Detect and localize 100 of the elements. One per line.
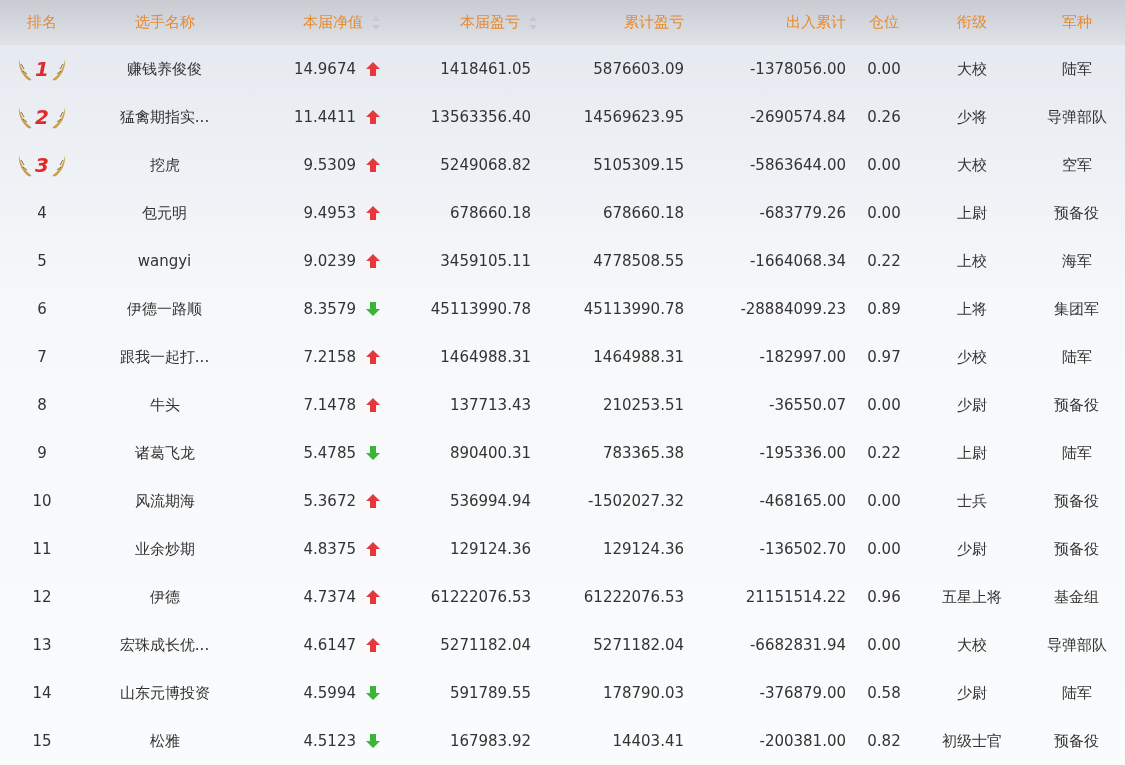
position-ratio: 0.00 — [867, 492, 901, 510]
position-ratio: 0.00 — [867, 396, 901, 414]
rank-number: 14 — [32, 684, 52, 702]
net-flow: -1378056.00 — [749, 60, 846, 78]
period-profit: 890400.31 — [449, 444, 531, 462]
period-profit: 167983.92 — [449, 732, 531, 750]
period-profit: 3459105.11 — [440, 252, 531, 270]
period-profit: 61222076.53 — [430, 588, 531, 606]
rank-title: 上将 — [957, 299, 987, 319]
rank-number: 15 — [32, 732, 52, 750]
net-value: 9.0239 — [303, 252, 356, 270]
rank-number: 3 — [35, 153, 49, 177]
rank-title: 少校 — [957, 347, 987, 367]
net-flow: -36550.07 — [769, 396, 846, 414]
column-header: 累计盈亏 — [624, 13, 684, 32]
net-flow: -468165.00 — [759, 492, 846, 510]
position-ratio: 0.22 — [867, 444, 901, 462]
period-profit: 45113990.78 — [430, 300, 531, 318]
net-value: 9.5309 — [303, 156, 356, 174]
branch: 陆军 — [1061, 683, 1092, 703]
rank-number: 6 — [37, 300, 47, 318]
period-profit: 1464988.31 — [440, 348, 531, 366]
rank-number: 10 — [32, 492, 52, 510]
position-ratio: 0.26 — [867, 108, 901, 126]
net-flow: -136502.70 — [759, 540, 846, 558]
net-flow: -28884099.23 — [740, 300, 846, 318]
player-name: 宏珠成长优... — [119, 635, 210, 655]
net-value: 5.3672 — [303, 492, 356, 510]
branch: 导弹部队 — [1046, 635, 1107, 655]
rank-number: 4 — [37, 204, 47, 222]
player-name: 跟我一起打... — [119, 347, 210, 367]
position-ratio: 0.58 — [867, 684, 901, 702]
player-name: 猛禽期指实... — [119, 107, 210, 127]
period-profit: 678660.18 — [449, 204, 531, 222]
total-profit: 5271182.04 — [593, 636, 684, 654]
net-value: 4.5123 — [303, 732, 356, 750]
position-ratio: 0.82 — [867, 732, 901, 750]
net-flow: -5863644.00 — [749, 156, 846, 174]
total-profit: 1464988.31 — [593, 348, 684, 366]
position-ratio: 0.00 — [867, 636, 901, 654]
net-flow: 21151514.22 — [745, 588, 846, 606]
branch: 预备役 — [1054, 203, 1099, 223]
net-flow: -2690574.84 — [749, 108, 846, 126]
rank-title: 少尉 — [957, 683, 987, 703]
rank-title: 士兵 — [957, 491, 987, 511]
total-profit: -1502027.32 — [587, 492, 684, 510]
rank-number: 9 — [37, 444, 47, 462]
total-profit: 45113990.78 — [583, 300, 684, 318]
rank-number: 1 — [35, 57, 49, 81]
net-flow: -683779.26 — [759, 204, 846, 222]
branch: 空军 — [1061, 155, 1092, 175]
net-flow: -6682831.94 — [749, 636, 846, 654]
rank-title: 大校 — [957, 155, 987, 175]
period-profit: 129124.36 — [449, 540, 531, 558]
rank-title: 少尉 — [957, 395, 987, 415]
player-name: wangyi — [137, 252, 192, 270]
player-name: 伊德一路顺 — [127, 299, 202, 319]
column-header: 排名 — [27, 13, 57, 32]
position-ratio: 0.00 — [867, 156, 901, 174]
net-flow: -376879.00 — [759, 684, 846, 702]
branch: 基金组 — [1054, 587, 1099, 607]
column-header: 本届盈亏 — [460, 13, 520, 32]
rank-number: 2 — [35, 105, 49, 129]
total-profit: 129124.36 — [602, 540, 684, 558]
total-profit: 5876603.09 — [593, 60, 684, 78]
branch: 陆军 — [1061, 443, 1092, 463]
net-value: 9.4953 — [303, 204, 356, 222]
column-header: 仓位 — [869, 13, 899, 32]
rank-title: 少尉 — [957, 539, 987, 559]
rank-title: 上校 — [957, 251, 987, 271]
rank-title: 大校 — [957, 635, 987, 655]
rank-number: 11 — [32, 540, 52, 558]
player-name: 山东元博投资 — [119, 683, 210, 703]
net-flow: -200381.00 — [759, 732, 846, 750]
position-ratio: 0.89 — [867, 300, 901, 318]
position-ratio: 0.22 — [867, 252, 901, 270]
column-header: 出入累计 — [786, 13, 846, 32]
period-profit: 13563356.40 — [430, 108, 531, 126]
player-name: 包元明 — [142, 203, 187, 223]
period-profit: 1418461.05 — [440, 60, 531, 78]
rank-number: 8 — [37, 396, 47, 414]
player-name: 伊德 — [149, 587, 180, 607]
branch: 海军 — [1061, 251, 1092, 271]
net-value: 4.5994 — [303, 684, 356, 702]
rank-title: 上尉 — [957, 443, 987, 463]
player-name: 挖虎 — [149, 155, 180, 175]
net-value: 4.8375 — [303, 540, 356, 558]
net-flow: -195336.00 — [759, 444, 846, 462]
rank-title: 上尉 — [957, 203, 987, 223]
player-name: 松雅 — [149, 731, 180, 751]
total-profit: 783365.38 — [602, 444, 684, 462]
position-ratio: 0.00 — [867, 204, 901, 222]
total-profit: 178790.03 — [602, 684, 684, 702]
net-value: 7.1478 — [303, 396, 356, 414]
rank-title: 初级士官 — [942, 731, 1002, 751]
position-ratio: 0.00 — [867, 540, 901, 558]
rank-number: 13 — [32, 636, 52, 654]
total-profit: 678660.18 — [602, 204, 684, 222]
branch: 预备役 — [1054, 539, 1099, 559]
player-name: 业余炒期 — [134, 539, 195, 559]
